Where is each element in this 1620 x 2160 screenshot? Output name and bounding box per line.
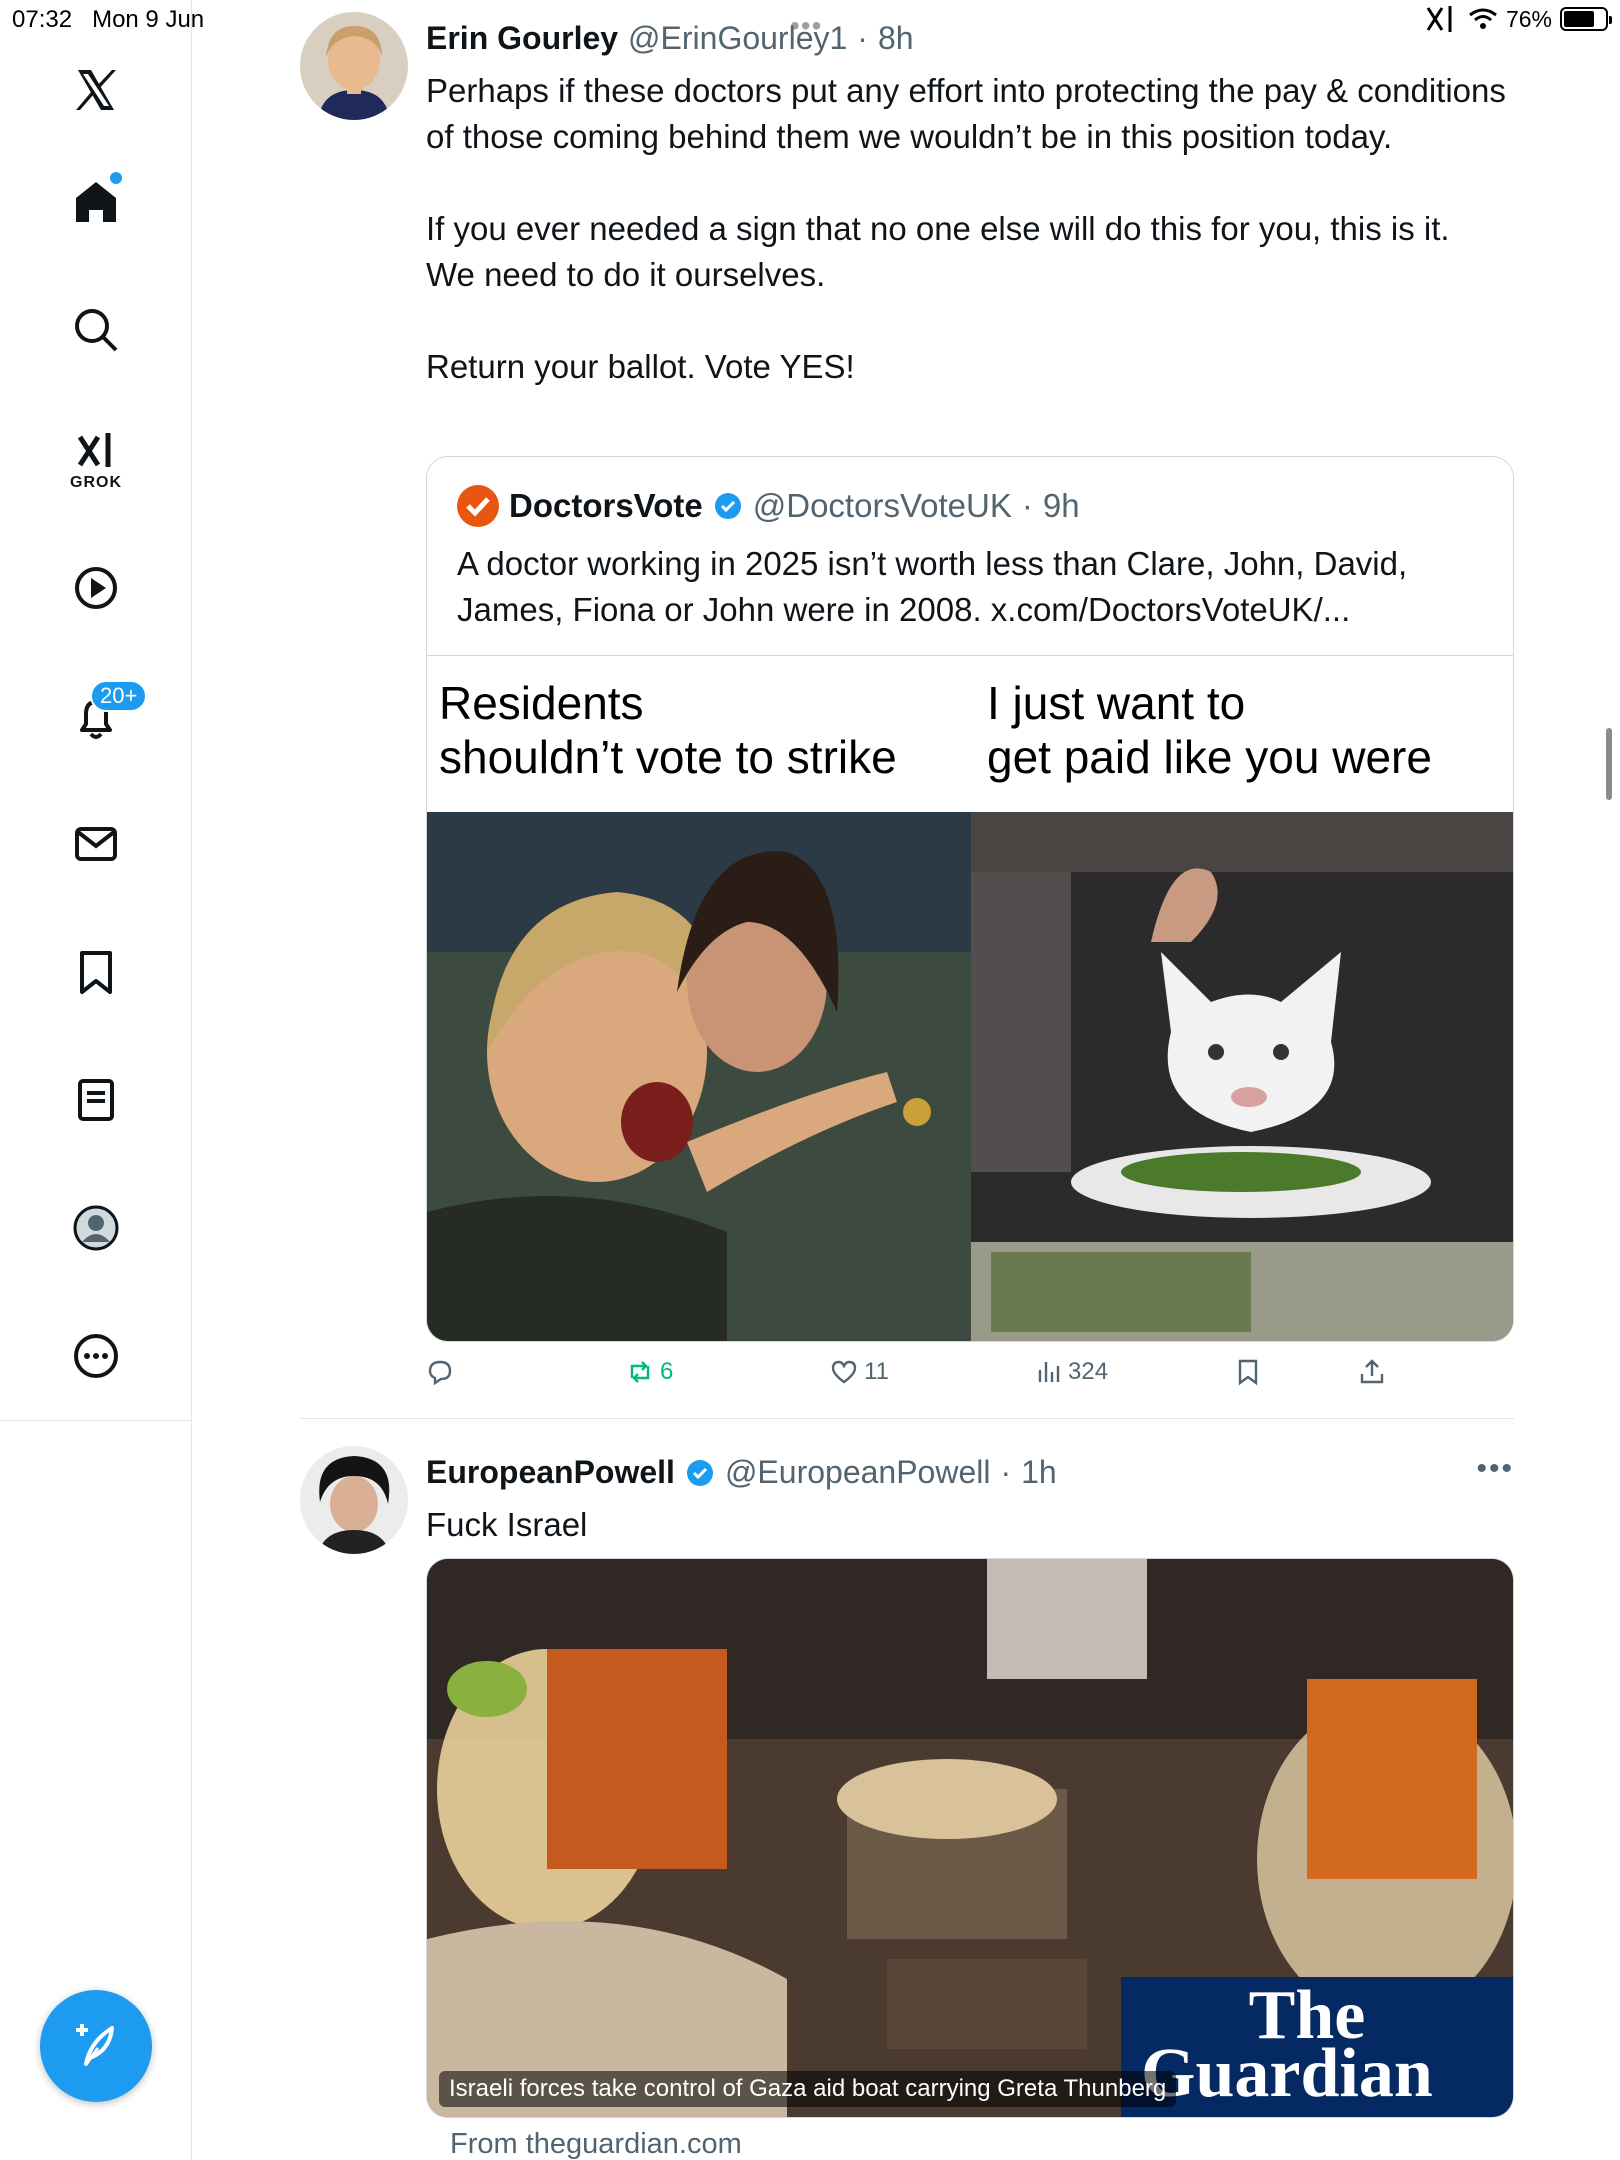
reply-button[interactable] xyxy=(426,1358,460,1386)
meme-right-photo xyxy=(971,812,1513,1341)
sidebar-item-bookmarks[interactable] xyxy=(56,932,136,1012)
meme-image[interactable]: Residents shouldn’t vote to strike I jus… xyxy=(427,655,1513,1341)
tweet-text: Fuck Israel xyxy=(426,1506,588,1543)
video-icon xyxy=(75,567,117,609)
separator-dot: · xyxy=(1021,487,1033,524)
sidebar-item-search[interactable] xyxy=(56,290,136,370)
display-name[interactable]: EuropeanPowell xyxy=(426,1454,675,1491)
quoted-tweet-text: A doctor working in 2025 isn’t worth les… xyxy=(457,545,1408,628)
sidebar-divider xyxy=(0,1420,192,1421)
guardian-logo-line2: Guardian xyxy=(1141,2035,1433,2112)
guardian-logo: The Guardian xyxy=(1121,1977,1513,2117)
grok-icon xyxy=(77,433,111,467)
avatar[interactable] xyxy=(300,12,408,120)
doctorsvote-logo-icon xyxy=(457,485,499,527)
avatar[interactable] xyxy=(300,1446,408,1554)
tweet-time[interactable]: 8h xyxy=(878,20,914,57)
views-icon xyxy=(1038,1362,1060,1382)
compose-button[interactable] xyxy=(40,1990,152,2102)
views-button[interactable]: 324 xyxy=(1034,1358,1108,1386)
sidebar-item-notifications[interactable]: 20+ xyxy=(56,678,148,758)
bookmark-icon xyxy=(1238,1359,1258,1386)
search-icon xyxy=(75,309,118,352)
sidebar-item-articles[interactable] xyxy=(56,1060,136,1140)
sidebar-item-grok[interactable]: GROK xyxy=(56,420,136,500)
share-icon xyxy=(1360,1359,1384,1384)
user-handle[interactable]: @ErinGourley1 xyxy=(628,20,847,57)
heart-icon xyxy=(831,1360,857,1384)
compose-icon xyxy=(76,2024,114,2066)
views-count: 324 xyxy=(1068,1358,1109,1385)
retweet-count: 6 xyxy=(660,1358,674,1385)
quoted-user-handle: @DoctorsVoteUK xyxy=(752,487,1012,524)
bookmark-button[interactable] xyxy=(1234,1358,1262,1386)
tweet-header: Erin Gourley @ErinGourley1 · 8h xyxy=(426,20,914,57)
meme-left-photo xyxy=(427,812,971,1341)
separator-dot: · xyxy=(1000,1454,1012,1490)
meme-left-caption: Residents shouldn’t vote to strike xyxy=(439,677,897,783)
notification-badge: 20+ xyxy=(90,680,148,712)
link-card-source[interactable]: From theguardian.com xyxy=(450,2128,742,2160)
sidebar-item-home[interactable] xyxy=(56,162,136,242)
quoted-tweet[interactable]: DoctorsVote @DoctorsVoteUK · 9h A doctor… xyxy=(426,456,1514,1342)
user-handle[interactable]: @EuropeanPowell xyxy=(725,1454,991,1491)
mail-icon xyxy=(75,827,117,861)
bookmark-icon xyxy=(80,951,112,994)
more-icon xyxy=(74,1334,118,1378)
share-button[interactable] xyxy=(1358,1358,1386,1386)
like-count: 11 xyxy=(864,1358,889,1385)
sidebar: GROK 20+ xyxy=(0,0,192,2160)
separator-dot: · xyxy=(857,20,868,56)
tweet-erin-gourley[interactable]: Erin Gourley @ErinGourley1 · 8h Perhaps … xyxy=(300,12,1514,1412)
reply-icon xyxy=(428,1360,452,1386)
tweet-actions: 6 11 324 xyxy=(426,1358,1506,1404)
retweet-icon xyxy=(630,1361,650,1383)
display-name[interactable]: Erin Gourley xyxy=(426,20,618,57)
sidebar-item-profile[interactable] xyxy=(56,1188,136,1268)
sidebar-item-more[interactable] xyxy=(56,1316,136,1396)
meme-caption-strip: Residents shouldn’t vote to strike I jus… xyxy=(427,656,1513,812)
article-icon xyxy=(78,1079,114,1121)
battery-icon xyxy=(1560,7,1612,31)
tweet-text: Perhaps if these doctors put any effort … xyxy=(426,72,1506,385)
tweet-divider xyxy=(300,1418,1514,1419)
quoted-tweet-header: DoctorsVote @DoctorsVoteUK · 9h xyxy=(457,485,1080,527)
verified-badge-icon xyxy=(714,493,741,519)
sidebar-item-x-logo[interactable] xyxy=(56,50,136,130)
meme-right-caption: I just want to get paid like you were xyxy=(987,677,1432,783)
verified-badge-icon xyxy=(686,1459,713,1486)
quoted-tweet-time: 9h xyxy=(1042,487,1080,524)
more-options-icon[interactable]: ••• xyxy=(1476,1452,1514,1486)
tweet-header: EuropeanPowell @EuropeanPowell · 1h xyxy=(426,1454,1057,1491)
profile-icon xyxy=(73,1205,119,1251)
tweet-time[interactable]: 1h xyxy=(1021,1454,1057,1491)
quoted-display-name: DoctorsVote xyxy=(509,487,703,524)
retweet-button[interactable]: 6 xyxy=(626,1358,673,1386)
grok-label: GROK xyxy=(70,474,122,491)
sidebar-item-messages[interactable] xyxy=(56,804,136,884)
link-card-image[interactable]: The Guardian Israeli forces take control… xyxy=(426,1558,1514,2118)
home-unread-dot xyxy=(110,172,122,184)
sidebar-item-video[interactable] xyxy=(56,548,136,628)
home-icon xyxy=(76,182,116,222)
x-logo-icon xyxy=(76,70,116,110)
like-button[interactable]: 11 xyxy=(830,1358,889,1386)
scrollbar[interactable] xyxy=(1606,728,1612,800)
link-card-caption: Israeli forces take control of Gaza aid … xyxy=(439,2071,1177,2107)
